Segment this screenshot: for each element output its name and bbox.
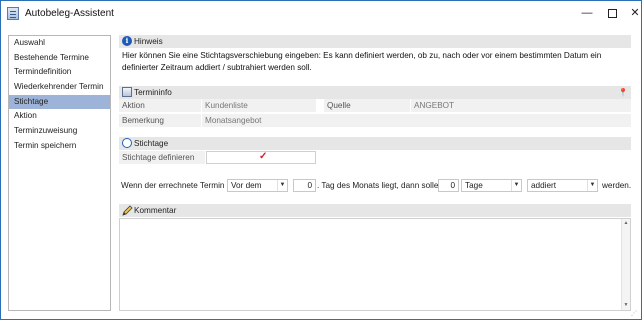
maximize-icon [607, 8, 617, 18]
aktion-label: Aktion [119, 99, 201, 112]
resize-grip-icon[interactable]: ⋰ [631, 310, 639, 318]
quelle-label: Quelle [324, 99, 410, 112]
nav-item-stichtage[interactable]: Stichtage [9, 94, 110, 110]
operation-select-value: addiert [531, 181, 557, 190]
aktion-value: Kundenliste [202, 99, 316, 112]
stichtage-header: Stichtage [119, 137, 631, 150]
chevron-down-icon: ▼ [277, 180, 287, 191]
hinweis-title: Hinweis [134, 37, 163, 46]
unit-select[interactable]: Tage ▼ [461, 179, 522, 192]
rule-prefix-text: Wenn der errechnete Termin [121, 181, 225, 190]
bemerkung-value: Monatsangebot [202, 114, 631, 127]
scroll-up-icon[interactable]: ▲ [622, 219, 630, 228]
stichtage-define-checkbox[interactable]: ✓ [206, 151, 316, 164]
chevron-down-icon: ▼ [511, 180, 521, 191]
nav-item-terminzuweisung[interactable]: Terminzuweisung [9, 124, 110, 139]
position-select[interactable]: Vor dem ▼ [227, 179, 288, 192]
stichtag-rule: Wenn der errechnete Termin Vor dem ▼ 0 .… [119, 179, 631, 193]
rule-suffix-text: werden. [602, 181, 632, 190]
rule-middle-text: . Tag des Monats liegt, dann sollen [317, 181, 443, 190]
nav-item-auswahl[interactable]: Auswahl [9, 36, 110, 51]
termininfo-title: Termininfo [134, 88, 172, 97]
window-title: Autobeleg-Assistent [25, 8, 114, 19]
pin-icon[interactable]: 📍 [618, 88, 628, 97]
nav-item-bestehende-termine[interactable]: Bestehende Termine [9, 51, 110, 66]
close-button[interactable]: ✕ [621, 4, 642, 22]
scroll-down-icon[interactable]: ▼ [622, 301, 630, 310]
checkmark-icon: ✓ [259, 151, 268, 162]
termininfo-row-bemerkung: Bemerkung Monatsangebot [119, 114, 631, 127]
stichtage-title: Stichtage [134, 139, 169, 148]
info-icon: i [122, 36, 132, 46]
position-select-value: Vor dem [231, 181, 262, 190]
nav-item-aktion[interactable]: Aktion [9, 109, 110, 124]
kommentar-scrollbar[interactable]: ▲ ▼ [621, 219, 630, 310]
hinweis-text: Hier können Sie eine Stichtagsverschiebu… [122, 51, 602, 72]
stichtage-define-row: Stichtage definieren ✓ [119, 151, 631, 164]
pencil-icon [122, 205, 133, 216]
kommentar-header: Kommentar [119, 204, 631, 217]
nav-item-termindefinition[interactable]: Termindefinition [9, 65, 110, 80]
stichtage-define-label: Stichtage definieren [119, 151, 205, 164]
count-input[interactable]: 0 [438, 179, 459, 192]
wizard-step-list: Auswahl Bestehende Termine Termindefinit… [8, 35, 111, 311]
minimize-button[interactable]: — [573, 4, 601, 22]
termininfo-header: Termininfo 📍 [119, 86, 631, 99]
day-input[interactable]: 0 [293, 179, 316, 192]
unit-select-value: Tage [465, 181, 483, 190]
title-bar: Autobeleg-Assistent — ✕ [1, 1, 641, 27]
kommentar-title: Kommentar [134, 206, 177, 215]
clock-icon [122, 138, 132, 148]
window-icon [122, 87, 132, 97]
nav-item-termin-speichern[interactable]: Termin speichern [9, 139, 110, 154]
nav-item-wiederkehrender-termin[interactable]: Wiederkehrender Termin [9, 80, 110, 95]
assistant-window: Autobeleg-Assistent — ✕ Auswahl Bestehen… [0, 0, 642, 320]
kommentar-textarea[interactable] [119, 218, 631, 311]
hinweis-header: i Hinweis [119, 35, 631, 48]
termininfo-row-aktion: Aktion Kundenliste Quelle ANGEBOT [119, 99, 631, 112]
operation-select[interactable]: addiert ▼ [527, 179, 598, 192]
document-icon [7, 7, 19, 20]
chevron-down-icon: ▼ [587, 180, 597, 191]
bemerkung-label: Bemerkung [119, 114, 201, 127]
quelle-value: ANGEBOT [411, 99, 631, 112]
